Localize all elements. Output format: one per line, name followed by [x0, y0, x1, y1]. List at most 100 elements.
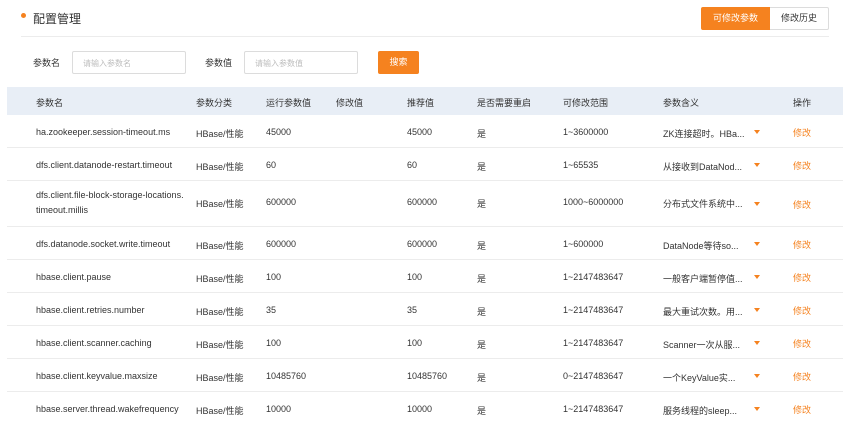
meaning-expand-caret-icon[interactable]: [754, 407, 760, 411]
row-range: 1~65535: [563, 160, 599, 170]
row-running-value: 60: [266, 160, 277, 170]
row-category: HBase/性能: [196, 274, 244, 284]
meaning-expand-caret-icon[interactable]: [754, 374, 760, 378]
tab-modifiable-params[interactable]: 可修改参数: [700, 7, 770, 30]
meaning-expand-caret-icon[interactable]: [754, 202, 760, 206]
edit-link[interactable]: 修改: [793, 337, 811, 350]
row-meaning: 一般客户端暂停值...: [663, 274, 743, 284]
table-header: 参数名 参数分类 运行参数值 修改值 推荐值 是否需要重启 可修改范围 参数含义…: [7, 87, 843, 115]
row-category: HBase/性能: [196, 373, 244, 383]
row-category: HBase/性能: [196, 340, 244, 350]
row-running-value: 600000: [266, 239, 297, 249]
row-meaning: DataNode等待so...: [663, 241, 739, 251]
row-restart-required: 是: [477, 340, 487, 350]
row-restart-required: 是: [477, 373, 487, 383]
table-row: dfs.client.file-block-storage-locations.…: [7, 181, 843, 227]
table-row: hbase.server.thread.wakefrequency HBase/性…: [7, 392, 843, 421]
row-recommended-value: 45000: [407, 127, 433, 137]
tab-modify-history[interactable]: 修改历史: [769, 7, 829, 30]
row-param-name: dfs.client.datanode-restart.timeout: [36, 160, 173, 170]
title-dot-icon: [21, 13, 26, 18]
edit-link[interactable]: 修改: [793, 238, 811, 251]
col-action: 操作: [793, 98, 812, 108]
row-range: 1~3600000: [563, 127, 609, 137]
param-value-input[interactable]: 请输入参数值: [244, 51, 358, 74]
row-range: 1~600000: [563, 239, 604, 249]
row-range: 1~2147483647: [563, 338, 624, 348]
edit-link[interactable]: 修改: [793, 403, 811, 416]
search-bar: 参数名 请输入参数名 参数值 请输入参数值 搜索: [0, 51, 850, 75]
edit-link[interactable]: 修改: [793, 304, 811, 317]
row-param-name: dfs.client.file-block-storage-locations.…: [36, 190, 184, 215]
row-meaning: 一个KeyValue实...: [663, 373, 736, 383]
header-divider: [21, 36, 829, 37]
col-restart-required: 是否需要重启: [477, 98, 532, 108]
param-value-placeholder: 请输入参数值: [255, 59, 303, 68]
col-modified-value: 修改值: [336, 98, 364, 108]
row-param-name: hbase.server.thread.wakefrequency: [36, 404, 179, 414]
row-running-value: 45000: [266, 127, 292, 137]
row-recommended-value: 600000: [407, 197, 438, 207]
edit-link[interactable]: 修改: [793, 159, 811, 172]
row-restart-required: 是: [477, 199, 487, 209]
meaning-expand-caret-icon[interactable]: [754, 308, 760, 312]
row-param-name: hbase.client.keyvalue.maxsize: [36, 371, 158, 381]
row-recommended-value: 600000: [407, 239, 438, 249]
col-range: 可修改范围: [563, 98, 609, 108]
meaning-expand-caret-icon[interactable]: [754, 341, 760, 345]
meaning-expand-caret-icon[interactable]: [754, 275, 760, 279]
row-recommended-value: 100: [407, 338, 423, 348]
row-meaning: 分布式文件系统中...: [663, 199, 743, 209]
row-restart-required: 是: [477, 406, 487, 416]
row-running-value: 100: [266, 338, 282, 348]
row-running-value: 600000: [266, 197, 297, 207]
row-recommended-value: 10485760: [407, 371, 448, 381]
row-meaning: Scanner一次从服...: [663, 340, 741, 350]
col-running-value: 运行参数值: [266, 98, 312, 108]
col-meaning: 参数含义: [663, 98, 700, 108]
row-restart-required: 是: [477, 307, 487, 317]
row-meaning: 服务线程的sleep...: [663, 406, 738, 416]
row-category: HBase/性能: [196, 307, 244, 317]
row-restart-required: 是: [477, 162, 487, 172]
meaning-expand-caret-icon[interactable]: [754, 242, 760, 246]
row-meaning: 从接收到DataNod...: [663, 162, 743, 172]
row-range: 1~2147483647: [563, 305, 624, 315]
col-recommended-value: 推荐值: [407, 98, 435, 108]
row-recommended-value: 10000: [407, 404, 433, 414]
row-running-value: 100: [266, 272, 282, 282]
param-name-input[interactable]: 请输入参数名: [72, 51, 186, 74]
table-row: hbase.client.pause HBase/性能 100 100 是 1~21474…: [7, 260, 843, 293]
table-row: dfs.datanode.socket.write.timeout HBase/性…: [7, 227, 843, 260]
edit-link[interactable]: 修改: [793, 370, 811, 383]
row-meaning: 最大重试次数。用...: [663, 307, 743, 317]
row-category: HBase/性能: [196, 129, 244, 139]
row-restart-required: 是: [477, 241, 487, 251]
table-row: ha.zookeeper.session-timeout.ms HBase/性能 4…: [7, 115, 843, 148]
row-range: 1~2147483647: [563, 404, 624, 414]
row-recommended-value: 100: [407, 272, 423, 282]
param-value-label: 参数值: [205, 58, 233, 68]
view-toggle: 可修改参数 修改历史: [700, 7, 829, 30]
row-category: HBase/性能: [196, 406, 244, 416]
meaning-expand-caret-icon[interactable]: [754, 130, 760, 134]
edit-link[interactable]: 修改: [793, 126, 811, 139]
edit-link[interactable]: 修改: [793, 271, 811, 284]
row-param-name: ha.zookeeper.session-timeout.ms: [36, 127, 171, 137]
page-header: 配置管理 可修改参数 修改历史: [0, 0, 850, 36]
edit-link[interactable]: 修改: [793, 198, 811, 211]
row-param-name: hbase.client.retries.number: [36, 305, 145, 315]
col-param-name: 参数名: [36, 98, 64, 108]
row-recommended-value: 35: [407, 305, 418, 315]
table-row: hbase.client.retries.number HBase/性能 35 35 是…: [7, 293, 843, 326]
page-title: 配置管理: [33, 12, 82, 26]
row-range: 1~2147483647: [563, 272, 624, 282]
row-restart-required: 是: [477, 274, 487, 284]
row-meaning: ZK连接超时。HBa...: [663, 129, 745, 139]
param-name-label: 参数名: [33, 58, 61, 68]
row-running-value: 10000: [266, 404, 292, 414]
row-running-value: 35: [266, 305, 277, 315]
row-range: 0~2147483647: [563, 371, 624, 381]
meaning-expand-caret-icon[interactable]: [754, 163, 760, 167]
search-button[interactable]: 搜索: [378, 51, 419, 74]
